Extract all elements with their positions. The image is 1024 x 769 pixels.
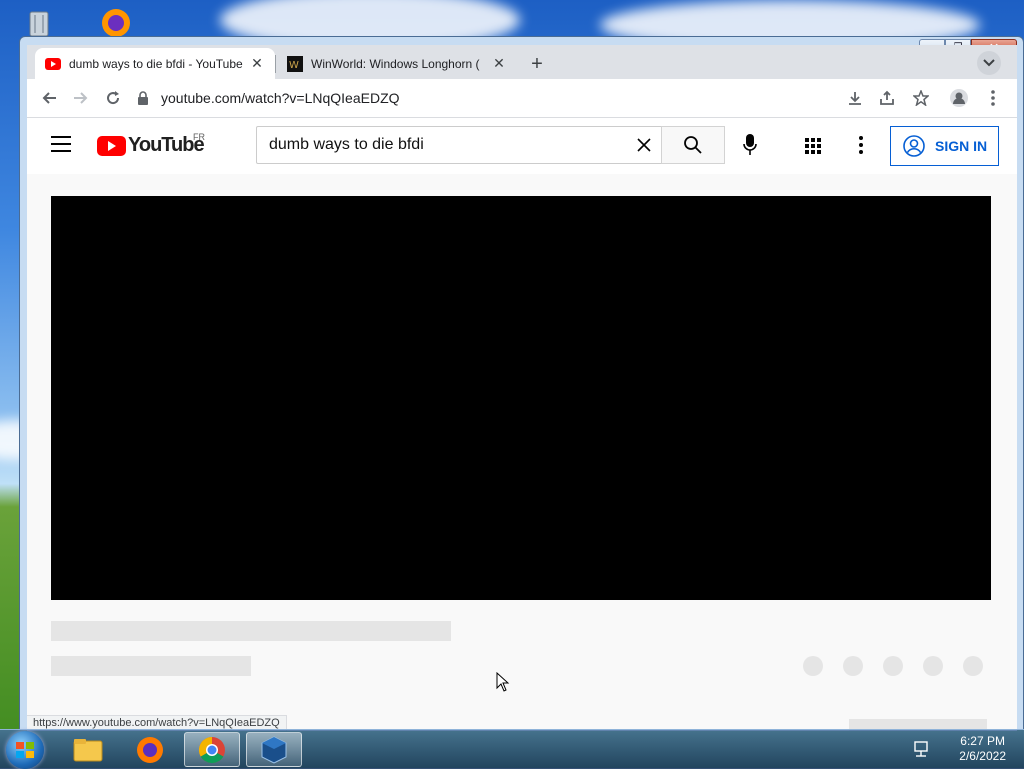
star-icon bbox=[913, 90, 929, 106]
share-icon bbox=[880, 90, 894, 105]
share-button[interactable] bbox=[875, 86, 899, 110]
reload-icon bbox=[107, 91, 120, 105]
microphone-icon bbox=[743, 134, 757, 155]
apps-grid-icon[interactable] bbox=[805, 138, 821, 154]
country-code: FR bbox=[193, 132, 205, 142]
youtube-play-icon bbox=[97, 135, 126, 156]
info-placeholder bbox=[51, 656, 251, 676]
action-placeholder bbox=[843, 656, 863, 676]
action-placeholder bbox=[963, 656, 983, 676]
voice-search-button[interactable] bbox=[743, 134, 757, 161]
virtualbox-icon[interactable] bbox=[246, 732, 302, 767]
clock[interactable]: 6:27 PM 2/6/2022 bbox=[959, 734, 1006, 764]
address-url: youtube.com/watch?v=LNqQIeaEDZQ bbox=[161, 90, 400, 106]
firefox-icon[interactable] bbox=[122, 732, 178, 767]
svg-text:W: W bbox=[289, 60, 299, 71]
file-explorer-icon[interactable] bbox=[60, 732, 116, 767]
account-circle-icon bbox=[903, 135, 925, 157]
forward-button[interactable] bbox=[69, 86, 93, 110]
clear-search-icon[interactable] bbox=[627, 138, 661, 152]
watch-page bbox=[27, 174, 1017, 731]
chevron-down-icon bbox=[983, 59, 995, 67]
action-placeholder bbox=[883, 656, 903, 676]
tab-separator bbox=[275, 55, 276, 73]
youtube-favicon-icon bbox=[45, 56, 61, 72]
start-button[interactable] bbox=[6, 731, 44, 769]
action-placeholder bbox=[803, 656, 823, 676]
action-placeholder bbox=[923, 656, 943, 676]
back-button[interactable] bbox=[37, 86, 61, 110]
tab-winworld[interactable]: W WinWorld: Windows Longhorn ( ✕ bbox=[277, 48, 517, 79]
tab-search-button[interactable] bbox=[977, 51, 1001, 75]
clock-date: 2/6/2022 bbox=[959, 749, 1006, 763]
settings-menu-icon[interactable] bbox=[859, 136, 863, 157]
winworld-favicon-icon: W bbox=[287, 55, 303, 72]
new-tab-button[interactable]: + bbox=[523, 50, 551, 78]
chrome-icon[interactable] bbox=[184, 732, 240, 767]
arrow-right-icon bbox=[74, 92, 88, 104]
address-bar[interactable]: youtube.com/watch?v=LNqQIeaEDZQ bbox=[137, 83, 877, 113]
youtube-logo[interactable]: YouTube bbox=[97, 134, 205, 157]
taskbar: 6:27 PM 2/6/2022 bbox=[0, 729, 1024, 769]
profile-button[interactable] bbox=[947, 86, 971, 110]
search-icon bbox=[684, 136, 702, 154]
mouse-cursor-icon bbox=[496, 671, 510, 697]
chrome-browser: dumb ways to die bfdi - YouTube ✕ W WinW… bbox=[27, 45, 1017, 731]
sign-in-button[interactable]: SIGN IN bbox=[890, 126, 999, 166]
install-app-button[interactable] bbox=[843, 86, 867, 110]
arrow-left-icon bbox=[42, 92, 56, 104]
firefox-desktop-icon[interactable] bbox=[96, 4, 130, 38]
title-placeholder bbox=[51, 621, 451, 641]
windows-logo-icon bbox=[16, 742, 34, 758]
lock-icon[interactable] bbox=[137, 91, 151, 105]
tab-strip: dumb ways to die bfdi - YouTube ✕ W WinW… bbox=[27, 45, 1017, 79]
recycle-bin-icon[interactable] bbox=[22, 6, 56, 40]
tab-close-icon[interactable]: ✕ bbox=[491, 55, 507, 72]
download-icon bbox=[849, 92, 861, 105]
video-player[interactable] bbox=[51, 196, 991, 600]
sign-in-label: SIGN IN bbox=[935, 138, 988, 154]
tab-close-icon[interactable]: ✕ bbox=[249, 55, 265, 72]
youtube-search-box[interactable]: dumb ways to die bfdi bbox=[256, 126, 662, 164]
system-tray: 6:27 PM 2/6/2022 bbox=[905, 730, 1024, 769]
search-input[interactable]: dumb ways to die bfdi bbox=[257, 136, 627, 154]
kebab-menu-icon bbox=[991, 90, 995, 106]
search-button[interactable] bbox=[661, 126, 725, 164]
browser-toolbar: youtube.com/watch?v=LNqQIeaEDZQ bbox=[27, 79, 1017, 118]
network-icon[interactable] bbox=[913, 740, 931, 763]
chrome-menu-button[interactable] bbox=[981, 86, 1005, 110]
tab-youtube[interactable]: dumb ways to die bfdi - YouTube ✕ bbox=[35, 48, 275, 79]
profile-icon bbox=[950, 89, 968, 107]
tab-title: WinWorld: Windows Longhorn ( bbox=[311, 56, 480, 71]
youtube-masthead: YouTube FR dumb ways to die bfdi SIGN IN bbox=[27, 118, 1017, 174]
clock-time: 6:27 PM bbox=[960, 734, 1005, 748]
reload-button[interactable] bbox=[101, 86, 125, 110]
bookmark-button[interactable] bbox=[909, 86, 933, 110]
hamburger-menu-icon[interactable] bbox=[51, 136, 71, 157]
browser-window: — ❐ ✕ dumb ways to die bfdi - YouTube ✕ … bbox=[19, 36, 1024, 731]
tab-title: dumb ways to die bfdi - YouTube bbox=[69, 56, 243, 71]
